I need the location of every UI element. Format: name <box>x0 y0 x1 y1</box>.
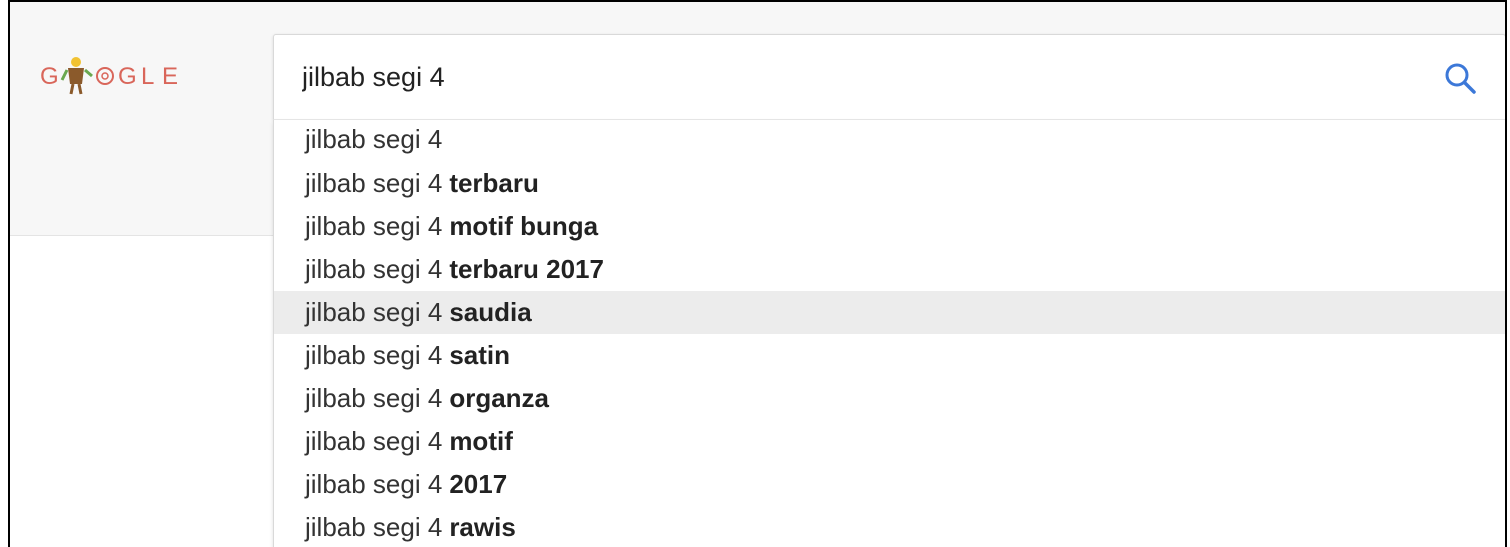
search-input[interactable] <box>302 57 1402 97</box>
suggestion-item[interactable]: jilbab segi 4 satin <box>274 334 1505 377</box>
suggestion-prefix: jilbab segi 4 <box>305 340 443 370</box>
suggestion-prefix: jilbab segi 4 <box>305 254 443 284</box>
suggestion-prefix: jilbab segi 4 <box>305 168 443 198</box>
search-icon[interactable] <box>1441 59 1481 99</box>
suggestion-completion: saudia <box>449 297 532 327</box>
suggestion-completion: 2017 <box>449 469 508 499</box>
logo-letter-g: G <box>40 63 60 90</box>
suggestion-item[interactable]: jilbab segi 4 terbaru <box>274 162 1505 205</box>
logo-letter-e: E <box>162 63 178 90</box>
suggestion-completion: terbaru <box>449 168 539 198</box>
suggestion-completion: motif <box>449 426 513 456</box>
suggestion-item[interactable]: jilbab segi 4 saudia <box>274 291 1505 334</box>
suggestion-item[interactable]: jilbab segi 4 motif bunga <box>274 205 1505 248</box>
logo-letter-l: L <box>141 63 154 90</box>
suggestion-completion: motif bunga <box>449 211 599 241</box>
suggestion-item[interactable]: jilbab segi 4 terbaru 2017 <box>274 248 1505 291</box>
suggestion-item[interactable]: jilbab segi 4 motif <box>274 420 1505 463</box>
suggestion-completion: organza <box>449 383 549 413</box>
autocomplete-list: jilbab segi 4 jilbab segi 4 terbaru jilbab … <box>273 120 1505 547</box>
suggestion-prefix: jilbab segi 4 <box>305 297 443 327</box>
suggestion-item[interactable]: jilbab segi 4 <box>274 120 1505 162</box>
suggestion-item[interactable]: jilbab segi 4 rawis <box>274 506 1505 547</box>
suggestion-prefix: jilbab segi 4 <box>305 383 443 413</box>
suggestion-prefix: jilbab segi 4 <box>305 211 443 241</box>
doodle-logo[interactable]: G G L E <box>40 54 190 98</box>
logo-letter-g2: G <box>118 63 137 90</box>
suggestion-prefix: jilbab segi 4 <box>305 469 443 499</box>
suggestion-completion: rawis <box>449 512 516 542</box>
browser-frame: G G L E jilbab segi 4 jilbab segi 4 jilb… <box>8 0 1507 547</box>
suggestion-completion: satin <box>449 340 510 370</box>
search-box <box>273 34 1505 120</box>
suggestion-prefix: jilbab segi 4 <box>305 512 443 542</box>
suggestion-item[interactable]: jilbab segi 4 2017 <box>274 463 1505 506</box>
suggestion-prefix: jilbab segi 4 <box>305 124 443 154</box>
suggestion-item[interactable]: jilbab segi 4 organza <box>274 377 1505 420</box>
doodle-figure-icon <box>60 57 93 95</box>
suggestion-completion: terbaru 2017 <box>449 254 604 284</box>
suggestion-prefix: jilbab segi 4 <box>305 426 443 456</box>
